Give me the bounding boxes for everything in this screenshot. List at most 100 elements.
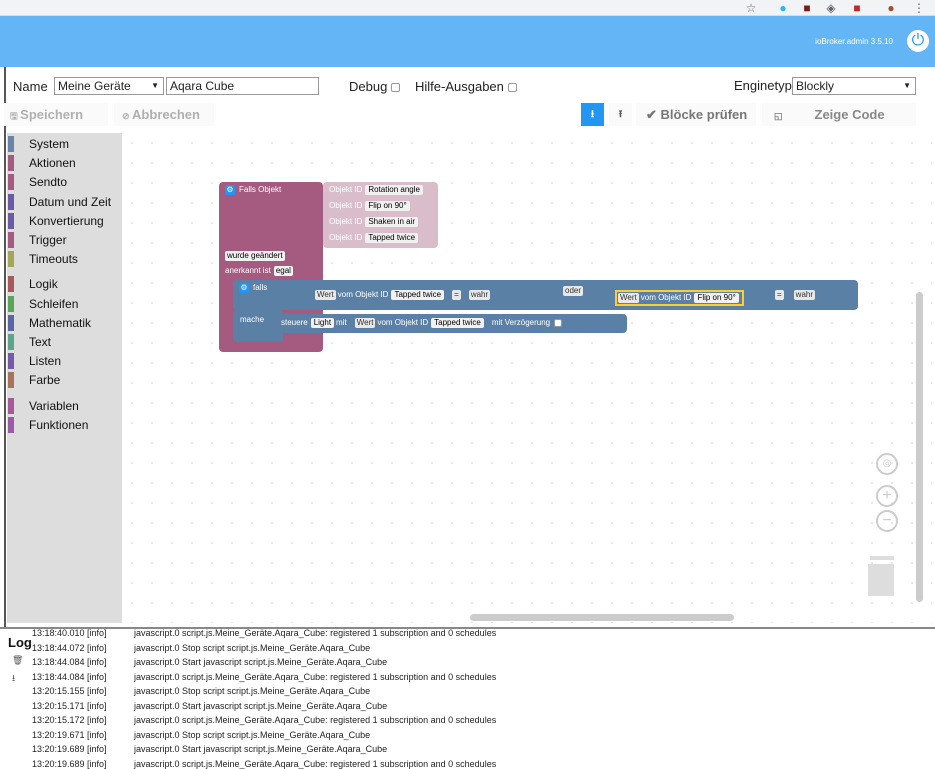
log-row: 13:20:19.671 [info] javascript.0 Stop scr…: [32, 730, 370, 740]
log-message: javascript.0 script.js.Meine_Geräte.Aqar…: [134, 715, 497, 725]
ack-dropdown[interactable]: egal: [273, 266, 293, 276]
log-row: 13:20:19.689 [info] javascript.0 Start ja…: [32, 744, 387, 754]
toolbox-category[interactable]: Konvertierung: [7, 212, 122, 230]
operator-dropdown[interactable]: =: [452, 290, 461, 300]
wert-dropdown[interactable]: Wert: [354, 318, 376, 328]
toolbox-category[interactable]: Variablen: [7, 397, 122, 415]
toolbox-category[interactable]: Sendto: [7, 173, 122, 191]
object-value[interactable]: Tapped twice: [365, 233, 419, 243]
log-time: 13:20:19.671 [info]: [32, 729, 107, 740]
object-value[interactable]: Tapped twice: [431, 318, 484, 328]
wert-dropdown[interactable]: Wert: [315, 290, 336, 300]
export-button[interactable]: ⭳: [581, 103, 604, 126]
hilfe-checkbox[interactable]: [507, 83, 517, 93]
light-object[interactable]: Light: [310, 318, 335, 328]
avatar[interactable]: ●: [884, 1, 898, 15]
extension-icon[interactable]: ■: [850, 1, 864, 15]
object-list-block[interactable]: Objekt ID Rotation angle Objekt ID Flip on…: [323, 182, 438, 248]
object-value[interactable]: Flip on 90°: [694, 293, 739, 303]
object-value[interactable]: Flip on 90°: [365, 201, 410, 211]
objid-label: Objekt ID: [329, 185, 363, 194]
object-row[interactable]: Objekt ID Shaken in air: [329, 217, 420, 227]
delay-checkbox[interactable]: [554, 318, 563, 327]
category-color-bar: [8, 276, 14, 293]
check-blocks-button[interactable]: ✔ Blöcke prüfen: [636, 103, 756, 126]
object-row[interactable]: Objekt ID Rotation angle: [329, 185, 425, 195]
show-code-button[interactable]: ◱ Zeige Code: [762, 103, 916, 126]
star-icon[interactable]: ☆: [744, 1, 758, 15]
or-dropdown[interactable]: oder: [563, 286, 585, 296]
log-time: 13:20:15.172 [info]: [32, 715, 107, 725]
if-text: falls: [253, 283, 268, 292]
condition-2-tail[interactable]: = wahr: [775, 290, 817, 300]
bool-dropdown[interactable]: wahr: [468, 290, 491, 300]
cancel-button[interactable]: ⊘ Abbrechen: [114, 103, 214, 126]
toolbox-category[interactable]: Funktionen: [7, 416, 122, 434]
category-label: Variablen: [29, 398, 79, 413]
toolbox-category[interactable]: Trigger: [7, 231, 122, 249]
object-value[interactable]: Rotation angle: [365, 185, 423, 195]
import-button[interactable]: ⭱: [609, 103, 632, 126]
category-label: Sendto: [29, 175, 68, 190]
shield-icon[interactable]: ◈: [824, 1, 838, 15]
condition-2[interactable]: Wert vom Objekt ID Flip on 90°: [615, 290, 744, 306]
category-label: Listen: [29, 354, 62, 369]
or-value: oder: [563, 286, 584, 296]
folder-select[interactable]: Meine Geräte ▼: [54, 77, 164, 95]
if-block[interactable]: ⚙ falls Wert vom Objekt ID Tapped twice = wah…: [233, 280, 858, 310]
toolbox-category[interactable]: Schleifen: [7, 295, 122, 313]
menu-icon[interactable]: ⋮: [912, 1, 926, 15]
object-value[interactable]: Shaken in air: [365, 217, 419, 227]
power-icon[interactable]: ⏻: [907, 30, 929, 52]
trash-icon[interactable]: 🗑: [12, 655, 23, 666]
operator-dropdown[interactable]: =: [775, 290, 784, 300]
log-message: javascript.0 Stop script script.js.Meine…: [134, 642, 371, 653]
category-color-bar: [8, 136, 14, 152]
zoom-out-icon[interactable]: −: [876, 510, 898, 532]
toolbox-category[interactable]: Farbe: [7, 371, 122, 389]
cancel-label: Abbrechen: [132, 107, 200, 122]
script-name-input[interactable]: Aqara Cube: [166, 77, 319, 95]
extension-icon[interactable]: ●: [776, 1, 790, 15]
log-row: 13:20:15.172 [info] javascript.0 script.j…: [32, 715, 496, 725]
recenter-icon[interactable]: ◎: [876, 453, 898, 475]
category-color-bar: [8, 232, 14, 248]
log-time: 13:20:19.689 [info]: [32, 744, 107, 754]
category-color-bar: [8, 416, 14, 433]
object-row[interactable]: Objekt ID Tapped twice: [329, 233, 420, 243]
gear-icon[interactable]: ⚙: [239, 283, 249, 293]
extension-icon[interactable]: ■: [800, 1, 814, 15]
object-row[interactable]: Objekt ID Flip on 90°: [329, 201, 412, 211]
changed-dropdown[interactable]: wurde geändert: [225, 251, 287, 261]
toolbox-category[interactable]: Aktionen: [7, 154, 122, 172]
bool-dropdown[interactable]: wahr: [793, 290, 816, 300]
save-icon: 🖫: [10, 111, 21, 121]
toolbox-category[interactable]: Timeouts: [7, 250, 122, 268]
toolbox-category[interactable]: Listen: [7, 352, 122, 370]
zoom-in-icon[interactable]: +: [876, 485, 898, 507]
vertical-scrollbar[interactable]: [916, 292, 923, 602]
engine-select[interactable]: Blockly ▼: [792, 77, 916, 95]
toolbox-category[interactable]: Text: [7, 333, 122, 351]
toolbox-category[interactable]: System: [7, 135, 122, 153]
log-time: 13:20:15.155 [info]: [32, 686, 107, 696]
toolbox-category[interactable]: Mathematik: [7, 314, 122, 332]
trash-icon[interactable]: [868, 556, 894, 596]
download-icon[interactable]: ⭳: [12, 671, 15, 687]
object-value[interactable]: Tapped twice: [391, 290, 445, 300]
vom-label: vom Objekt ID: [377, 318, 429, 327]
debug-checkbox[interactable]: [391, 83, 401, 93]
gear-icon[interactable]: ⚙: [225, 185, 235, 195]
toolbox-category[interactable]: Datum und Zeit: [7, 193, 122, 211]
toolbox-category[interactable]: Logik: [7, 275, 122, 293]
category-color-bar: [8, 174, 14, 191]
log-message: javascript.0 Stop script script.js.Meine…: [134, 729, 371, 740]
horizontal-scrollbar[interactable]: [470, 614, 734, 621]
control-block[interactable]: steuere Light mit Wert vom Objekt ID Tapped t…: [275, 314, 627, 333]
log-title: Log: [8, 635, 32, 650]
objid-label: Objekt ID: [329, 233, 363, 242]
save-button[interactable]: 🖫 Speichern: [4, 103, 108, 126]
condition-1[interactable]: Wert vom Objekt ID Tapped twice = wahr: [315, 290, 492, 300]
hilfe-label: Hilfe-Ausgaben: [415, 79, 517, 94]
wert-dropdown[interactable]: Wert: [618, 293, 639, 303]
